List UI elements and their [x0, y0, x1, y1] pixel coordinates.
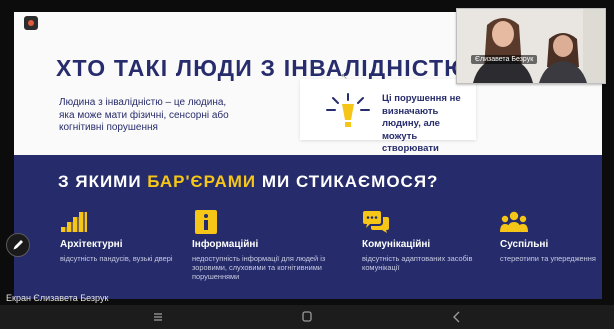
section-title-highlight: БАР'ЄРАМИ	[147, 172, 257, 191]
callout-box: Ці порушення не визначають людину, але м…	[300, 79, 476, 167]
app-logo-icon	[24, 16, 38, 30]
slide-title: ХТО ТАКІ ЛЮДИ З ІНВАЛІДНІСТЮ	[56, 55, 470, 81]
barrier-title: Інформаційні	[192, 239, 259, 250]
screen-share-label: Екран Єлизавета Безрук	[6, 293, 109, 303]
barrier-description: стереотипи та упередження	[500, 254, 596, 263]
android-nav-bar	[0, 305, 614, 329]
recent-apps-icon[interactable]	[148, 308, 168, 326]
participant-video-tile[interactable]: Єлизавета Безрук	[456, 8, 606, 84]
app-frame: ХТО ТАКІ ЛЮДИ З ІНВАЛІДНІСТЮ Людина з ін…	[0, 0, 614, 329]
chat-bubbles-icon	[363, 211, 389, 233]
section-title: З ЯКИМИ БАР'ЄРАМИ МИ СТИКАЄМОСЯ?	[58, 172, 438, 192]
people-group-icon	[500, 211, 528, 232]
participant-name-label: Єлизавета Безрук	[471, 55, 538, 64]
participant-video-feed	[457, 9, 605, 83]
barrier-title: Архітектурні	[60, 239, 123, 250]
back-icon[interactable]	[447, 308, 467, 326]
barrier-description: відсутність адаптованих засобів комуніка…	[362, 254, 473, 273]
slide-barriers-section: З ЯКИМИ БАР'ЄРАМИ МИ СТИКАЄМОСЯ? Архітек…	[14, 155, 602, 299]
barrier-description: недоступність інформації для людей із зо…	[192, 254, 326, 282]
stairs-icon	[61, 212, 87, 232]
barrier-title: Комунікаційні	[362, 239, 431, 250]
intro-text: Людина з інвалідністю – це людина, яка м…	[59, 97, 229, 133]
barrier-description: відсутність пандусів, вузькі двері	[60, 254, 173, 263]
info-icon	[195, 210, 217, 234]
section-title-end: МИ СТИКАЄМОСЯ?	[256, 172, 439, 191]
barrier-title: Суспільні	[500, 239, 549, 250]
pencil-icon	[13, 240, 23, 250]
lightbulb-icon	[326, 93, 370, 127]
section-title-start: З ЯКИМИ	[58, 172, 148, 191]
annotate-button[interactable]	[6, 233, 30, 257]
home-icon[interactable]	[297, 308, 317, 326]
